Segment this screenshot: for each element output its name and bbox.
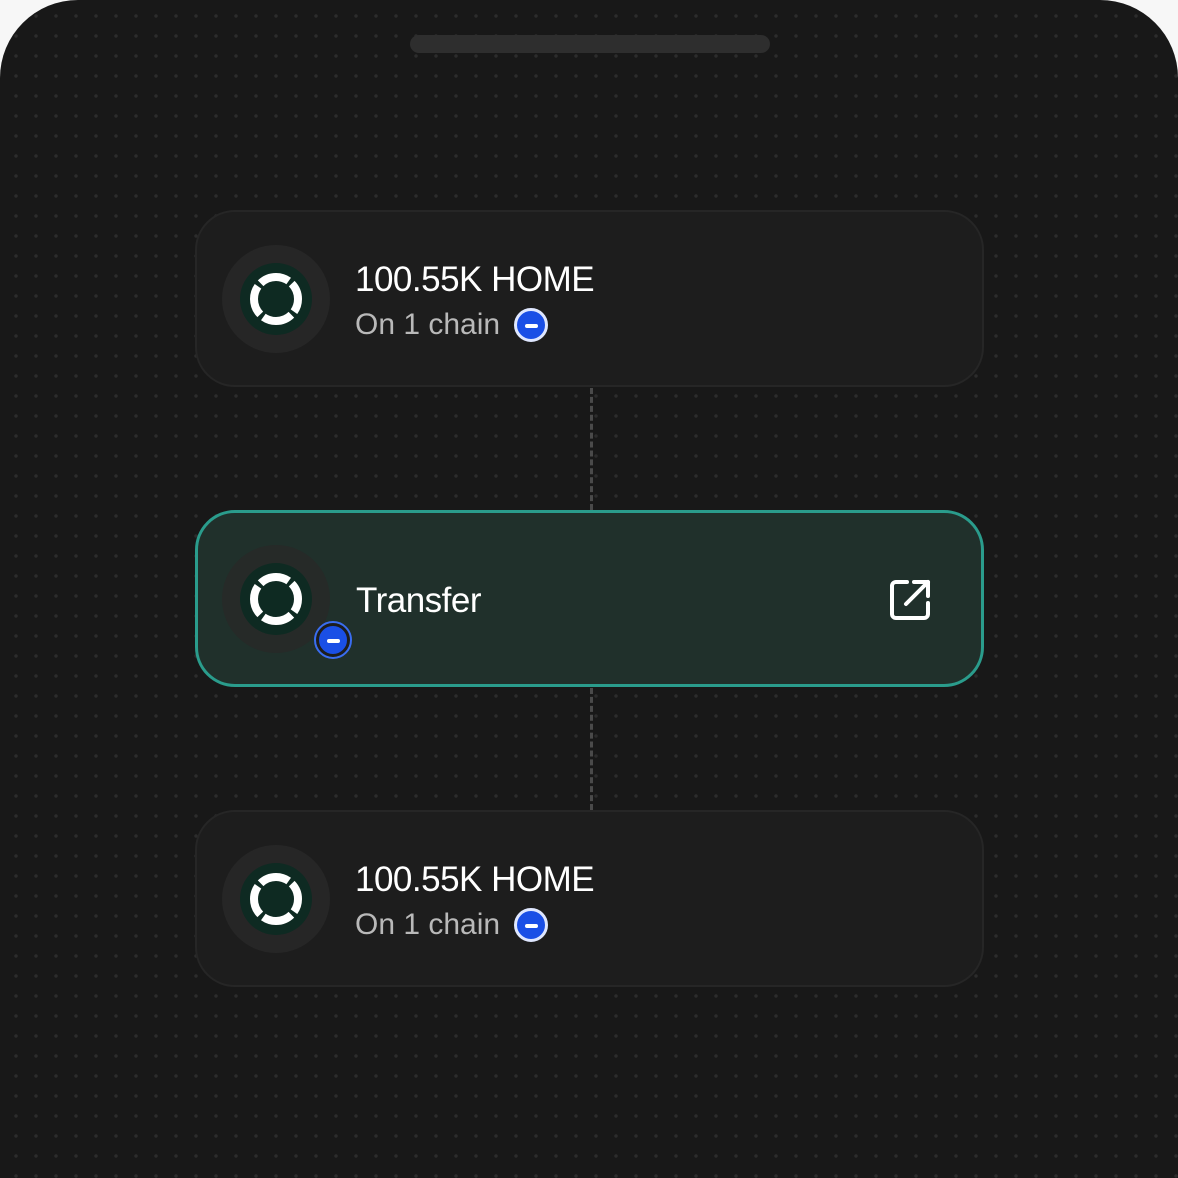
chain-badge-icon (514, 308, 549, 342)
step-connector (590, 388, 593, 510)
token-amount: 100.55K HOME (355, 860, 595, 899)
chain-count: On 1 chain (355, 908, 549, 942)
chain-count: On 1 chain (355, 308, 549, 342)
step-title: Transfer (356, 581, 482, 620)
token-avatar (222, 245, 330, 353)
home-token-icon (240, 263, 312, 335)
chain-badge-icon (314, 621, 352, 659)
home-token-icon (240, 863, 312, 935)
token-avatar (222, 545, 352, 659)
route-screen: 100.55K HOME On 1 chain Transfer 100.55K… (0, 0, 1178, 1178)
chain-count-label: On 1 chain (355, 308, 501, 341)
step-connector (590, 688, 593, 810)
sheet-drag-handle[interactable] (410, 35, 770, 53)
chain-badge-icon (514, 908, 549, 942)
destination-token-card[interactable]: 100.55K HOME On 1 chain (195, 810, 984, 987)
external-link-icon[interactable] (886, 576, 934, 624)
home-token-icon (240, 563, 312, 635)
transfer-step-card[interactable]: Transfer (195, 510, 984, 687)
chain-count-label: On 1 chain (355, 908, 501, 941)
token-amount: 100.55K HOME (355, 260, 595, 299)
token-avatar (222, 845, 330, 953)
source-token-card[interactable]: 100.55K HOME On 1 chain (195, 210, 984, 387)
